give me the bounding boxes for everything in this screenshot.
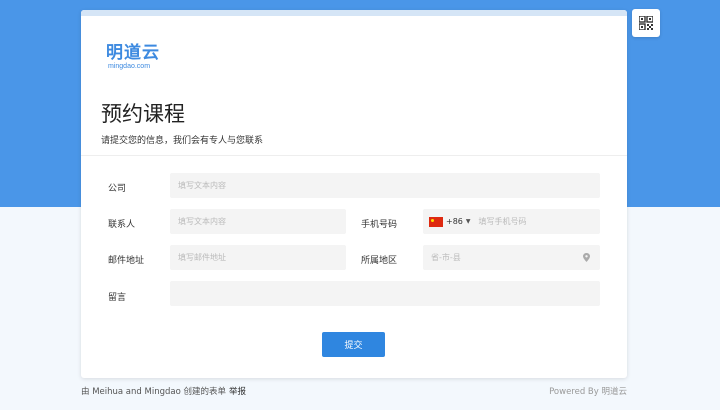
phone-label: 手机号码 xyxy=(361,220,398,230)
china-flag-icon xyxy=(429,216,443,227)
contact-label: 联系人 xyxy=(108,220,136,230)
email-placeholder: 填写邮件地址 xyxy=(178,253,226,262)
message-input[interactable] xyxy=(170,281,600,306)
phone-placeholder: 填写手机号码 xyxy=(478,217,527,226)
form-title: 预约课程 xyxy=(101,102,185,126)
phone-input[interactable]: +86 ▼ 填写手机号码 xyxy=(423,209,600,234)
message-label: 留言 xyxy=(108,293,127,303)
company-label: 公司 xyxy=(108,184,127,194)
header-divider xyxy=(81,155,627,156)
caret-down-icon: ▼ xyxy=(465,218,471,225)
footer-creator-text: 由 Meihua and Mingdao 创建的表单 xyxy=(81,387,226,397)
qr-code-icon xyxy=(639,16,653,30)
region-placeholder: 省-市-县 xyxy=(431,253,461,262)
submit-button[interactable]: 提交 xyxy=(322,332,385,357)
card-top-bar xyxy=(81,10,627,16)
report-link[interactable]: 举报 xyxy=(229,387,246,397)
country-code: +86 xyxy=(446,217,463,226)
logo-name-cn: 明道云 xyxy=(106,43,160,62)
country-code-selector[interactable]: +86 ▼ xyxy=(429,216,471,227)
qr-code-button[interactable] xyxy=(632,9,660,37)
powered-by[interactable]: Powered By 明道云 xyxy=(549,385,627,397)
contact-input[interactable]: 填写文本内容 xyxy=(170,209,346,234)
email-input[interactable]: 填写邮件地址 xyxy=(170,245,346,270)
region-select[interactable]: 省-市-县 xyxy=(423,245,600,270)
brand-logo: 明道云 mingdao.com xyxy=(106,43,160,71)
company-input[interactable]: 填写文本内容 xyxy=(170,173,600,198)
email-label: 邮件地址 xyxy=(108,256,145,266)
location-pin-icon xyxy=(583,253,590,262)
logo-name-en: mingdao.com xyxy=(108,63,151,70)
footer-creator: 由 Meihua and Mingdao 创建的表单 举报 xyxy=(81,385,246,397)
company-placeholder: 填写文本内容 xyxy=(178,181,226,190)
form-card: 明道云 mingdao.com 预约课程 请提交您的信息，我们会有专人与您联系 … xyxy=(81,10,627,378)
form-subtitle: 请提交您的信息，我们会有专人与您联系 xyxy=(101,136,264,146)
contact-placeholder: 填写文本内容 xyxy=(178,217,226,226)
region-label: 所属地区 xyxy=(361,256,398,266)
